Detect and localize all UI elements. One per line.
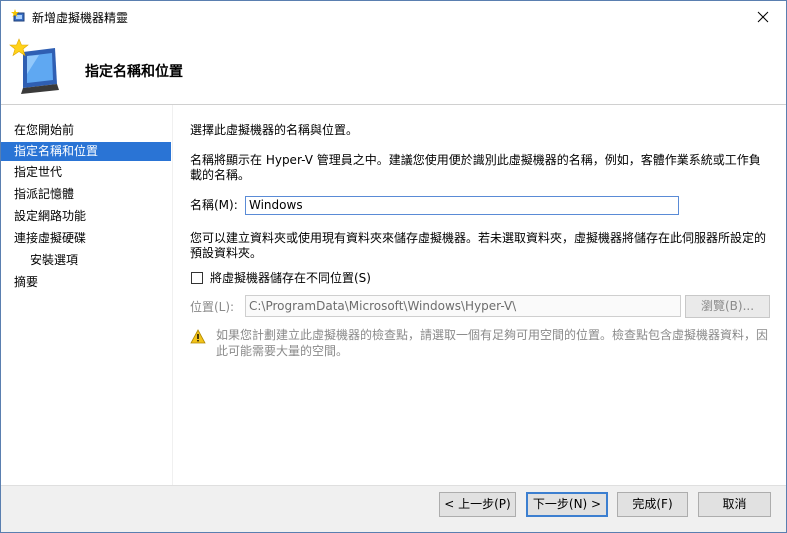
warning-text-line2: 此可能需要大量的空間。 — [216, 344, 349, 358]
nav-item-before-you-begin[interactable]: 在您開始前 — [1, 121, 171, 140]
wizard-window: 新增虛擬機器精靈 指定名稱和位置 在您開始前 指定名稱和位置 指定世代 指派記憶… — [0, 0, 787, 533]
hyper-v-app-icon — [11, 9, 25, 22]
browse-button[interactable]: 瀏覽(B)... — [685, 295, 770, 318]
nav-item-generation[interactable]: 指定世代 — [1, 163, 171, 182]
name-label: 名稱(M): — [190, 198, 238, 212]
page-title: 指定名稱和位置 — [85, 64, 183, 80]
location-label: 位置(L): — [190, 300, 235, 314]
folder-description-line2: 預設資料夾。 — [190, 246, 263, 260]
name-description-line2: 載的名稱。 — [190, 168, 251, 182]
nav-item-networking[interactable]: 設定網路功能 — [1, 207, 171, 226]
nav-item-name-and-location[interactable]: 指定名稱和位置 — [1, 142, 171, 161]
store-different-location-checkbox[interactable] — [191, 272, 203, 284]
next-button[interactable]: 下一步(N) > — [526, 492, 608, 517]
window-title: 新增虛擬機器精靈 — [32, 11, 129, 25]
nav-item-virtual-disk[interactable]: 連接虛擬硬碟 — [1, 229, 171, 248]
wizard-steps-sidebar: 在您開始前 指定名稱和位置 指定世代 指派記憶體 設定網路功能 連接虛擬硬碟 安… — [1, 105, 172, 485]
footer-divider — [1, 485, 786, 486]
nav-item-summary[interactable]: 摘要 — [1, 273, 171, 292]
name-input[interactable]: Windows — [245, 196, 679, 215]
finish-button[interactable]: 完成(F) — [617, 492, 688, 517]
wizard-content: 選擇此虛擬機器的名稱與位置。 名稱將顯示在 Hyper-V 管理員之中。建議您使… — [173, 105, 786, 485]
title-bar: 新增虛擬機器精靈 — [1, 1, 786, 32]
virtual-machine-wizard-icon — [9, 38, 59, 94]
name-description-line1: 名稱將顯示在 Hyper-V 管理員之中。建議您使用便於識別此虛擬機器的名稱，例… — [190, 153, 761, 167]
nav-item-memory[interactable]: 指派記憶體 — [1, 185, 171, 204]
cancel-button[interactable]: 取消 — [698, 492, 771, 517]
location-input[interactable]: C:\ProgramData\Microsoft\Windows\Hyper-V… — [245, 295, 681, 317]
close-icon — [757, 11, 769, 22]
nav-item-installation-options[interactable]: 安裝選項 — [1, 251, 171, 270]
intro-text: 選擇此虛擬機器的名稱與位置。 — [190, 123, 359, 137]
wizard-header: 指定名稱和位置 — [1, 32, 786, 105]
store-different-location-label[interactable]: 將虛擬機器儲存在不同位置(S) — [210, 271, 371, 286]
close-button[interactable] — [740, 1, 786, 32]
folder-description-line1: 您可以建立資料夾或使用現有資料夾來儲存虛擬機器。若未選取資料夾，虛擬機器將儲存在… — [190, 231, 767, 245]
warning-text-line1: 如果您計劃建立此虛擬機器的檢查點，請選取一個有足夠可用空間的位置。檢查點包含虛擬… — [216, 328, 769, 342]
warning-icon — [190, 329, 206, 344]
back-button[interactable]: < 上一步(P) — [439, 492, 516, 517]
